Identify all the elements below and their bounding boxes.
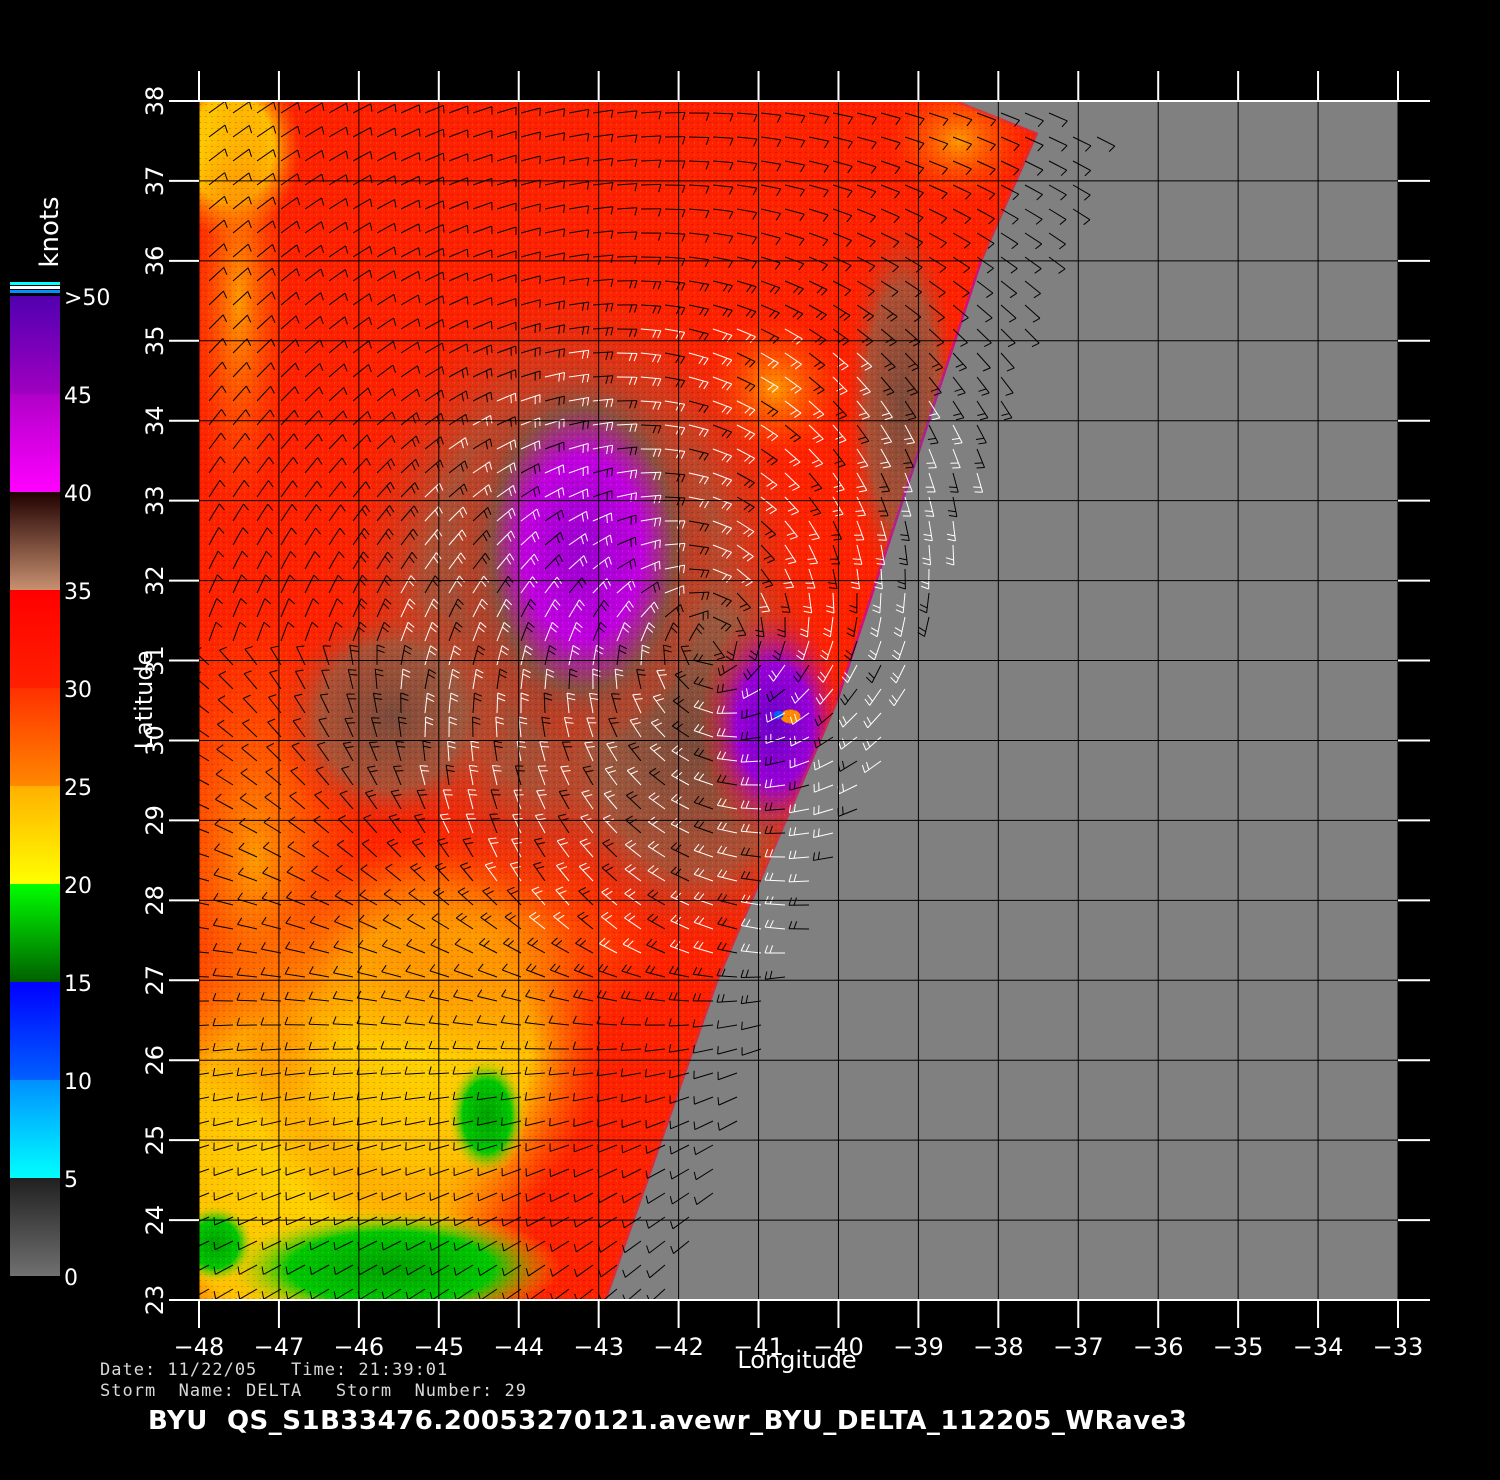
lat-tick-label: 35 <box>141 326 169 357</box>
colorbar-label: 45 <box>64 384 92 409</box>
wind-speed-map: 0 5 10 15 20 25 30 35 40 45 >50 knots −48 −47 −46 −45 −… <box>10 71 1430 1374</box>
colorbar-segment <box>10 884 60 982</box>
lat-tick-label: 28 <box>141 885 169 916</box>
colorbar-label: 35 <box>64 580 92 605</box>
lat-tick-label: 23 <box>141 1285 169 1316</box>
file-title: BYU QS_S1B33476.20053270121.avewr_BYU_DE… <box>148 1406 1188 1436</box>
lat-tick-label: 38 <box>141 86 169 117</box>
lat-tick-label: 29 <box>141 805 169 836</box>
lat-tick-label: 26 <box>141 1045 169 1076</box>
colorbar-segment <box>10 296 60 394</box>
colorbar-stripe <box>10 286 60 289</box>
lon-tick-label: −38 <box>973 1333 1024 1361</box>
date-time-line: Date: 11/22/05 Time: 21:39:01 <box>100 1360 449 1380</box>
colorbar-label: 0 <box>64 1266 78 1291</box>
lat-tick-label: 37 <box>141 166 169 197</box>
colorbar-label: 15 <box>64 972 92 997</box>
map-panel <box>169 71 1430 1328</box>
lat-tick-label: 34 <box>141 405 169 436</box>
lat-tick-label: 27 <box>141 965 169 996</box>
lon-tick-label: −39 <box>893 1333 944 1361</box>
y-axis-label: Latitude <box>130 651 158 750</box>
colorbar-label: 30 <box>64 678 92 703</box>
lon-tick-label: −45 <box>413 1333 464 1361</box>
colorbar-segment <box>10 1080 60 1178</box>
lat-tick-label: 36 <box>141 246 169 277</box>
lon-tick-label: −47 <box>254 1333 305 1361</box>
colorbar-segment <box>10 982 60 1080</box>
colorbar-segment <box>10 590 60 688</box>
colorbar: 0 5 10 15 20 25 30 35 40 45 >50 knots <box>10 196 110 1291</box>
storm-info-line: Storm Name: DELTA Storm Number: 29 <box>100 1381 527 1401</box>
lon-tick-label: −46 <box>334 1333 385 1361</box>
lon-tick-label: −48 <box>174 1333 225 1361</box>
lat-tick-label: 32 <box>141 565 169 596</box>
colorbar-stripe <box>10 290 60 293</box>
colorbar-segment <box>10 688 60 786</box>
lat-tick-label: 25 <box>141 1125 169 1156</box>
lon-tick-label: −34 <box>1293 1333 1344 1361</box>
colorbar-label: 25 <box>64 776 92 801</box>
colorbar-segment <box>10 1178 60 1276</box>
colorbar-label: 20 <box>64 874 92 899</box>
lon-tick-label: −33 <box>1373 1333 1424 1361</box>
colorbar-segment <box>10 492 60 590</box>
lon-tick-label: −44 <box>493 1333 544 1361</box>
colorbar-segment <box>10 786 60 884</box>
lon-tick-label: −37 <box>1053 1333 1104 1361</box>
colorbar-label: >50 <box>64 286 110 311</box>
colorbar-label: 5 <box>64 1168 78 1193</box>
lat-tick-label: 33 <box>141 485 169 516</box>
lat-tick-label: 24 <box>141 1205 169 1236</box>
colorbar-unit: knots <box>35 196 65 267</box>
colorbar-label: 10 <box>64 1070 92 1095</box>
lon-tick-label: −36 <box>1133 1333 1184 1361</box>
colorbar-segment <box>10 394 60 492</box>
colorbar-stripe <box>10 282 60 285</box>
lon-tick-label: −35 <box>1213 1333 1264 1361</box>
x-axis-label: Longitude <box>737 1346 856 1374</box>
lon-tick-label: −42 <box>653 1333 704 1361</box>
lon-tick-label: −43 <box>573 1333 624 1361</box>
colorbar-label: 40 <box>64 482 92 507</box>
